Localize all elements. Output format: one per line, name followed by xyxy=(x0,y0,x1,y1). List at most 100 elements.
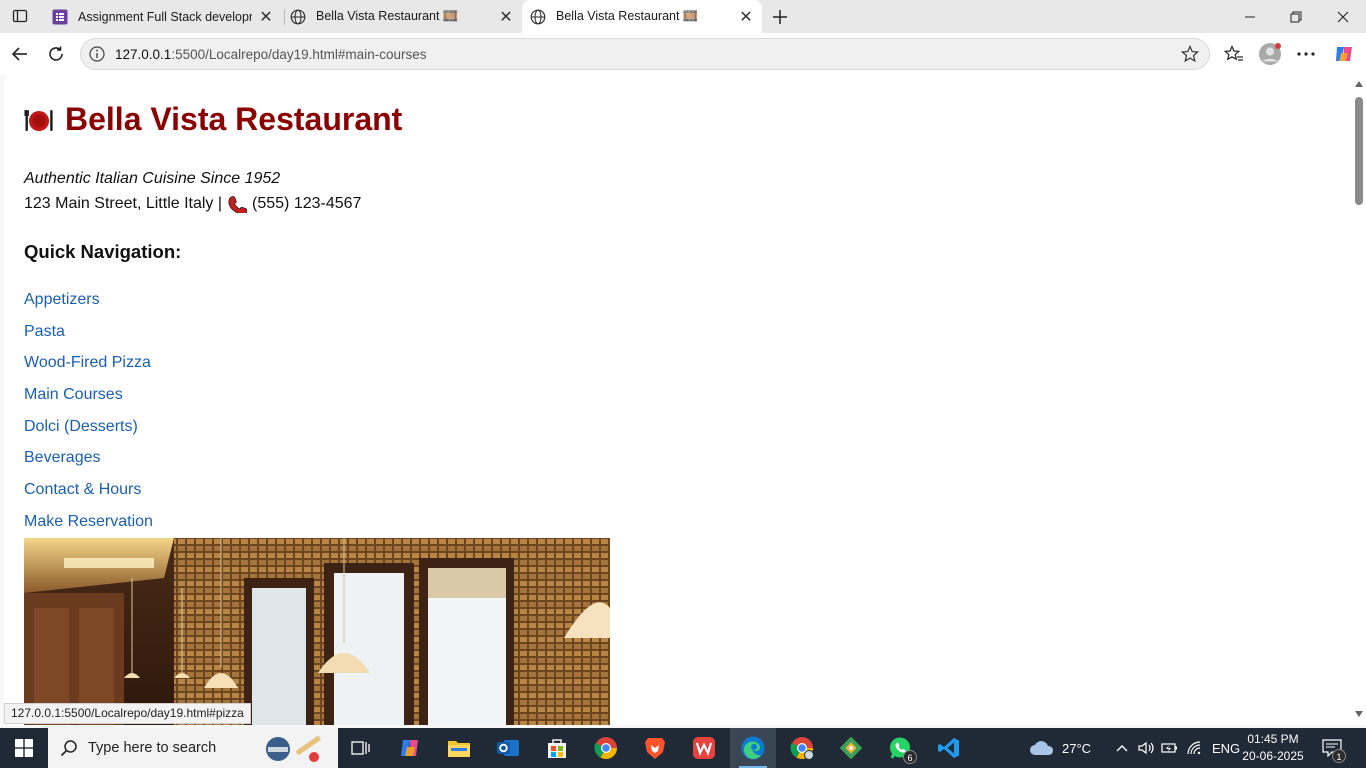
task-view-button[interactable] xyxy=(338,728,384,768)
tab-assignment[interactable]: Assignment Full Stack developme ✕ xyxy=(42,0,282,33)
taskbar-brave[interactable] xyxy=(632,728,678,768)
battery-button[interactable] xyxy=(1161,728,1179,768)
more-dots-icon xyxy=(1297,52,1315,56)
quick-nav-list: Appetizers Pasta Wood-Fired Pizza Main C… xyxy=(24,291,153,545)
tab-strip: Assignment Full Stack developme ✕ Bella … xyxy=(0,0,1366,33)
page-scrollbar[interactable] xyxy=(1352,75,1366,725)
restore-button[interactable] xyxy=(1273,0,1319,33)
volume-button[interactable] xyxy=(1137,728,1155,768)
nav-link-desserts[interactable]: Dolci (Desserts) xyxy=(24,418,138,435)
search-placeholder: Type here to search xyxy=(88,740,217,756)
nav-link-reservation[interactable]: Make Reservation xyxy=(24,513,153,530)
clock-date: 20-06-2025 xyxy=(1242,749,1304,763)
taskbar-git-tool[interactable] xyxy=(828,728,874,768)
page-title-text: Bella Vista Restaurant xyxy=(65,101,403,137)
list-item: Dolci (Desserts) xyxy=(24,418,153,450)
taskbar-copilot[interactable] xyxy=(387,728,433,768)
brave-lion-icon xyxy=(645,738,665,759)
close-tab-icon[interactable]: ✕ xyxy=(736,7,756,27)
close-tab-icon[interactable]: ✕ xyxy=(496,7,516,27)
speaker-icon xyxy=(1138,741,1154,755)
vscode-icon xyxy=(938,738,959,758)
list-item: Contact & Hours xyxy=(24,481,153,513)
minimize-button[interactable] xyxy=(1227,0,1273,33)
nav-link-beverages[interactable]: Beverages xyxy=(24,449,101,466)
system-clock[interactable]: 01:45 PM 20-06-2025 xyxy=(1238,731,1308,765)
wifi-icon xyxy=(1187,741,1201,755)
address-text: 123 Main Street, Little Italy | xyxy=(24,195,223,212)
task-view-icon xyxy=(351,741,370,755)
globe-icon xyxy=(530,9,546,24)
wps-office-icon xyxy=(693,737,715,759)
outlook-icon xyxy=(497,740,519,756)
nav-link-contact[interactable]: Contact & Hours xyxy=(24,481,141,498)
copilot-icon xyxy=(401,740,418,756)
tab-bella-vista-1[interactable]: Bella Vista Restaurant 🎞️ ✕ xyxy=(282,0,522,33)
edge-icon xyxy=(741,736,765,760)
taskbar-outlook[interactable] xyxy=(485,728,531,768)
taskbar-vscode[interactable] xyxy=(926,728,972,768)
address-bar[interactable]: 127.0.0.1:5500/Localrepo/day19.html#main… xyxy=(80,38,1210,70)
scrollbar-thumb[interactable] xyxy=(1355,97,1363,205)
favorite-star-icon[interactable] xyxy=(1181,45,1199,63)
taskbar-microsoft-store[interactable] xyxy=(534,728,580,768)
battery-charging-icon xyxy=(1161,743,1177,753)
weather-widget[interactable]: 27°C xyxy=(1028,728,1091,768)
taskbar-search-box[interactable]: Type here to search xyxy=(48,728,338,768)
nav-link-pizza[interactable]: Wood-Fired Pizza xyxy=(24,354,151,371)
scroll-down-arrow-icon[interactable] xyxy=(1355,711,1363,717)
minimize-icon xyxy=(1245,16,1255,17)
back-arrow-icon xyxy=(11,47,27,61)
phone-number: (555) 123-4567 xyxy=(252,195,362,212)
favorites-button[interactable] xyxy=(1220,40,1248,68)
restaurant-interior-illustration xyxy=(24,538,610,725)
cricket-highlight-icon xyxy=(266,736,321,762)
forms-icon xyxy=(52,9,68,24)
nav-link-main-courses[interactable]: Main Courses xyxy=(24,386,123,403)
avatar-icon xyxy=(1259,43,1281,65)
scroll-up-arrow-icon[interactable] xyxy=(1355,81,1363,87)
start-button[interactable] xyxy=(0,728,48,768)
copilot-button[interactable] xyxy=(1330,40,1358,68)
notification-center-button[interactable]: 1 xyxy=(1322,728,1346,768)
store-icon xyxy=(548,739,566,758)
new-tab-button[interactable] xyxy=(768,5,792,29)
page-title: Bella Vista Restaurant xyxy=(24,101,402,138)
plate-icon xyxy=(24,109,53,131)
taskbar-wps-office[interactable] xyxy=(681,728,727,768)
tab-actions-button[interactable] xyxy=(6,4,34,28)
search-icon xyxy=(60,740,77,757)
folder-icon xyxy=(448,741,470,757)
refresh-button[interactable] xyxy=(42,40,70,68)
chrome-icon xyxy=(594,737,617,759)
refresh-icon xyxy=(49,46,63,61)
tab-actions-icon xyxy=(12,9,28,23)
nav-link-appetizers[interactable]: Appetizers xyxy=(24,291,100,308)
site-info-icon[interactable] xyxy=(89,46,105,62)
wifi-button[interactable] xyxy=(1186,728,1204,768)
weather-temperature: 27°C xyxy=(1062,740,1092,756)
address-line: 123 Main Street, Little Italy | (555) 12… xyxy=(24,195,361,213)
settings-more-button[interactable] xyxy=(1292,40,1320,68)
taskbar-whatsapp[interactable]: 6 xyxy=(877,728,923,768)
restore-icon xyxy=(1290,11,1302,22)
show-hidden-icons-button[interactable] xyxy=(1115,728,1129,768)
profile-button[interactable] xyxy=(1256,40,1284,68)
close-window-button[interactable] xyxy=(1320,0,1366,33)
taskbar-chrome[interactable] xyxy=(583,728,629,768)
list-item: Pasta xyxy=(24,323,153,355)
nav-link-pasta[interactable]: Pasta xyxy=(24,323,65,340)
windows-taskbar: Type here to search 6 27°C ENG 01:45 PM … xyxy=(0,728,1366,768)
taskbar-file-explorer[interactable] xyxy=(436,728,482,768)
link-status-bar: 127.0.0.1:5500/Localrepo/day19.html#pizz… xyxy=(4,703,251,724)
taskbar-edge[interactable] xyxy=(730,728,776,768)
back-button[interactable] xyxy=(6,40,34,68)
close-tab-icon[interactable]: ✕ xyxy=(256,7,276,27)
whatsapp-unread-badge: 6 xyxy=(903,750,917,764)
input-language-button[interactable]: ENG xyxy=(1212,728,1240,768)
tab-bella-vista-active[interactable]: Bella Vista Restaurant 🎞️ ✕ xyxy=(522,0,762,33)
taskbar-chrome-profile[interactable] xyxy=(779,728,825,768)
tagline: Authentic Italian Cuisine Since 1952 xyxy=(24,170,281,187)
url-text[interactable]: 127.0.0.1:5500/Localrepo/day19.html#main… xyxy=(115,47,426,62)
list-item: Wood-Fired Pizza xyxy=(24,354,153,386)
